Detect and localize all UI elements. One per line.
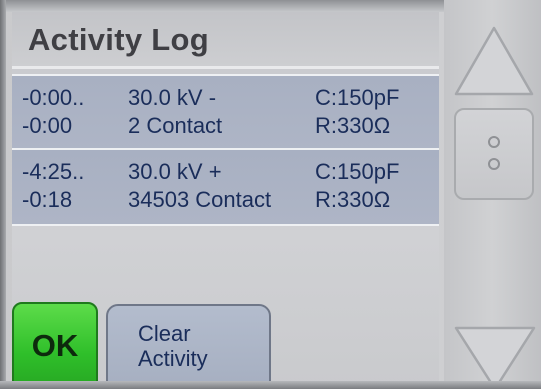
entry-voltage: 30.0 kV - bbox=[128, 85, 217, 110]
entry-count: 34503 Contact bbox=[128, 187, 272, 212]
page-title: Activity Log bbox=[28, 22, 210, 57]
activity-log-screen: Activity Log -0:00.. -0:00 30.0 kV - 2 C… bbox=[0, 0, 541, 389]
scroll-thumb[interactable] bbox=[454, 108, 534, 200]
entry-time-elapsed: -0:00 bbox=[22, 113, 73, 138]
clear-button-label-line1: Clear bbox=[138, 321, 191, 346]
clear-button-label-line2: Activity bbox=[138, 346, 208, 371]
log-entry[interactable]: -0:00.. -0:00 30.0 kV - 2 Contact C:150p… bbox=[12, 74, 439, 152]
grip-dot-icon bbox=[488, 158, 500, 170]
ok-button-label: OK bbox=[31, 327, 79, 363]
scroll-down-button[interactable] bbox=[452, 320, 538, 389]
log-entry[interactable]: -4:25.. -0:18 30.0 kV + 34503 Contact C:… bbox=[12, 148, 439, 226]
entry-voltage: 30.0 kV + bbox=[128, 159, 222, 184]
triangle-up-icon bbox=[454, 26, 534, 96]
title-bar: Activity Log bbox=[12, 12, 439, 69]
triangle-down-icon bbox=[454, 326, 536, 389]
clear-activity-button[interactable]: Clear Activity bbox=[106, 304, 271, 389]
entry-count: 2 Contact bbox=[128, 113, 223, 138]
grip-dot-icon bbox=[488, 136, 500, 148]
scrollbar bbox=[444, 0, 541, 389]
entry-capacitance: C:150pF bbox=[315, 85, 400, 110]
entry-time-start: -4:25.. bbox=[22, 159, 85, 184]
entry-time-elapsed: -0:18 bbox=[22, 187, 73, 212]
scroll-up-button[interactable] bbox=[452, 24, 536, 100]
entry-time-start: -0:00.. bbox=[22, 85, 85, 110]
frame-bottom-edge bbox=[0, 381, 541, 389]
frame-left-edge bbox=[0, 0, 6, 389]
ok-button[interactable]: OK bbox=[12, 302, 98, 389]
entry-resistance: R:330Ω bbox=[315, 113, 391, 138]
entry-capacitance: C:150pF bbox=[315, 159, 400, 184]
entry-resistance: R:330Ω bbox=[315, 187, 391, 212]
